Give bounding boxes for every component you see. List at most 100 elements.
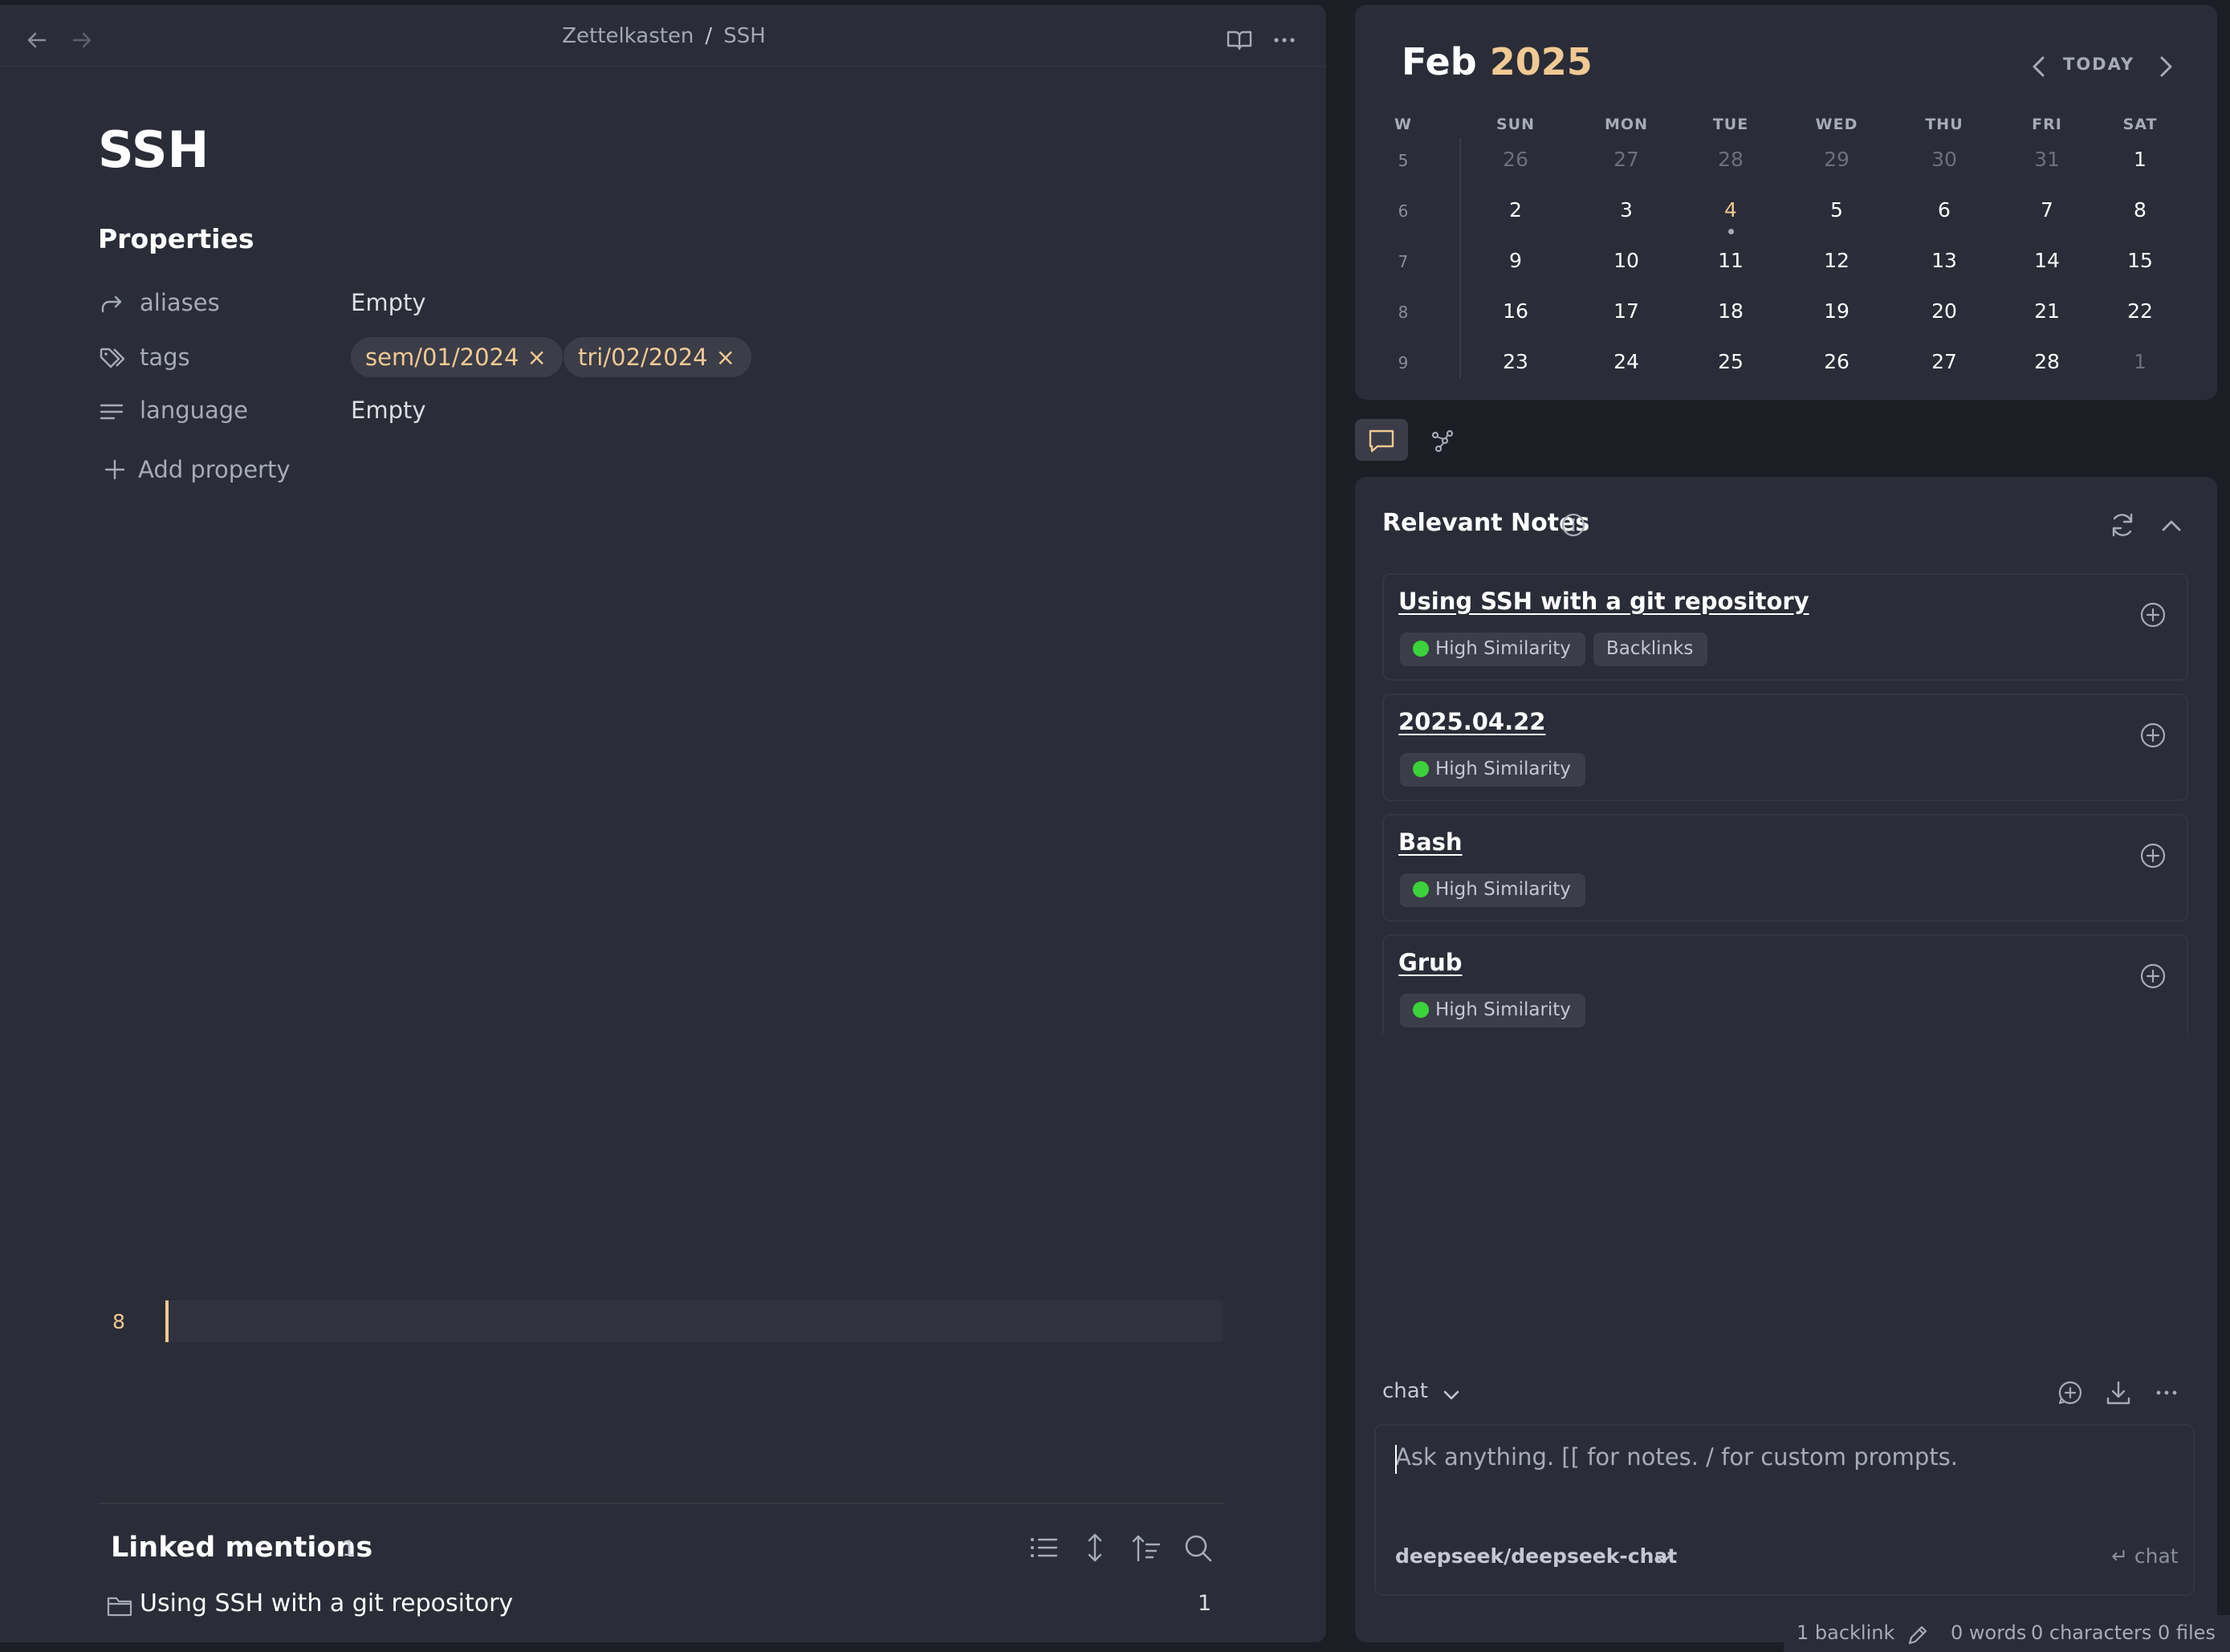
pencil-icon[interactable] — [1906, 1623, 1930, 1647]
reading-view-button[interactable] — [1225, 26, 1254, 55]
relevant-notes-title[interactable]: Relevant Notes — [1382, 509, 1589, 537]
tab-chat[interactable] — [1355, 419, 1408, 461]
relevant-notes-list[interactable]: Using SSH with a git repository High Simi… — [1382, 573, 2188, 1034]
breadcrumb-folder[interactable]: Zettelkasten — [562, 24, 694, 48]
calendar-day[interactable]: 1 — [2108, 148, 2172, 171]
calendar-day[interactable]: 22 — [2108, 299, 2172, 323]
property-aliases[interactable]: aliases Empty — [98, 283, 1222, 323]
calendar-day[interactable]: 15 — [2108, 249, 2172, 272]
relevant-note-link[interactable]: Bash — [1398, 828, 1463, 856]
calendar-day[interactable]: 31 — [2015, 148, 2079, 171]
calendar-day[interactable]: 8 — [2108, 198, 2172, 222]
info-button[interactable] — [1561, 512, 1586, 538]
week-number[interactable]: 5 — [1371, 151, 1435, 170]
relevant-note-card[interactable]: Grub High Similarity — [1382, 934, 2188, 1034]
calendar-day[interactable]: 11 — [1699, 249, 1763, 272]
calendar-day[interactable]: 30 — [1912, 148, 1976, 171]
breadcrumb-note[interactable]: SSH — [723, 24, 766, 48]
chevron-down-icon[interactable] — [1652, 1548, 1675, 1570]
add-to-chat-icon[interactable] — [2138, 841, 2167, 870]
today-button[interactable]: TODAY — [2063, 55, 2134, 74]
calendar-day[interactable]: 12 — [1805, 249, 1869, 272]
calendar-day[interactable]: 10 — [1594, 249, 1658, 272]
chevron-down-icon[interactable] — [1440, 1384, 1463, 1406]
calendar-day[interactable]: 29 — [1805, 148, 1869, 171]
relevant-note-card[interactable]: Bash High Similarity — [1382, 814, 2188, 922]
add-to-chat-icon[interactable] — [2138, 721, 2167, 750]
calendar-day[interactable]: 4 — [1699, 198, 1763, 222]
calendar-day[interactable]: 26 — [1805, 350, 1869, 373]
new-chat-button[interactable] — [2057, 1379, 2084, 1406]
property-key[interactable]: language — [140, 397, 248, 424]
tag-pill[interactable]: sem/01/2024 × — [351, 337, 563, 377]
property-value[interactable]: Empty — [351, 397, 426, 424]
calendar-week-row: 6 2 3 4 5 6 7 8 — [1374, 193, 2204, 244]
calendar-day[interactable]: 3 — [1594, 198, 1658, 222]
property-key[interactable]: aliases — [140, 289, 220, 316]
calendar-day[interactable]: 5 — [1805, 198, 1869, 222]
property-key[interactable]: tags — [140, 344, 190, 371]
properties-heading[interactable]: Properties — [98, 223, 254, 254]
week-number[interactable]: 9 — [1371, 353, 1435, 372]
relevant-note-link[interactable]: Grub — [1398, 949, 1463, 976]
week-number[interactable]: 6 — [1371, 201, 1435, 221]
remove-tag-icon[interactable]: × — [716, 344, 735, 371]
calendar-day[interactable]: 1 — [2108, 350, 2172, 373]
calendar-day[interactable]: 7 — [2015, 198, 2079, 222]
chat-input[interactable]: Ask anything. [[ for notes. / for custom… — [1374, 1424, 2195, 1596]
calendar-day[interactable]: 24 — [1594, 350, 1658, 373]
previous-month-button[interactable] — [2026, 53, 2053, 80]
calendar-day[interactable]: 21 — [2015, 299, 2079, 323]
calendar-day[interactable]: 23 — [1483, 350, 1548, 373]
active-line[interactable] — [165, 1300, 1223, 1342]
collapse-button[interactable] — [2158, 512, 2185, 539]
remove-tag-icon[interactable]: × — [527, 344, 546, 371]
calendar-day[interactable]: 18 — [1699, 299, 1763, 323]
calendar-day[interactable]: 20 — [1912, 299, 1976, 323]
chat-mode-select[interactable]: chat — [1382, 1379, 1428, 1403]
next-month-button[interactable] — [2151, 53, 2179, 80]
week-number[interactable]: 8 — [1371, 303, 1435, 322]
calendar-day[interactable]: 28 — [1699, 148, 1763, 171]
model-select[interactable]: deepseek/deepseek-chat — [1395, 1544, 1677, 1568]
relevant-note-card[interactable]: Using SSH with a git repository High Simi… — [1382, 573, 2188, 681]
tab-graph[interactable] — [1416, 419, 1469, 461]
calendar-day[interactable]: 19 — [1805, 299, 1869, 323]
calendar-day[interactable]: 14 — [2015, 249, 2079, 272]
send-button[interactable]: ↵ chat — [2111, 1544, 2179, 1568]
collapse-results-button[interactable] — [1028, 1532, 1060, 1564]
calendar-day[interactable]: 6 — [1912, 198, 1976, 222]
tag-pill[interactable]: tri/02/2024 × — [564, 337, 751, 377]
linked-mentions-title[interactable]: Linked mentions — [111, 1532, 372, 1564]
add-to-chat-icon[interactable] — [2138, 600, 2167, 629]
week-number[interactable]: 7 — [1371, 252, 1435, 271]
add-property-button[interactable]: Add property — [103, 453, 424, 488]
property-value[interactable]: Empty — [351, 289, 426, 316]
relevant-note-link[interactable]: Using SSH with a git repository — [1398, 588, 1809, 615]
property-language[interactable]: language Empty — [98, 390, 1222, 430]
calendar-day[interactable]: 2 — [1483, 198, 1548, 222]
save-chat-button[interactable] — [2105, 1379, 2132, 1406]
calendar-day[interactable]: 9 — [1483, 249, 1548, 272]
refresh-button[interactable] — [2108, 511, 2137, 539]
calendar-day[interactable]: 26 — [1483, 148, 1548, 171]
calendar-day[interactable]: 16 — [1483, 299, 1548, 323]
note-title[interactable]: SSH — [98, 120, 209, 179]
property-tags[interactable]: tags sem/01/2024 × tri/02/2024 × — [98, 337, 1222, 377]
status-backlinks[interactable]: 1 backlink — [1797, 1621, 1894, 1644]
chat-more-button[interactable] — [2153, 1379, 2180, 1406]
calendar-day[interactable]: 27 — [1594, 148, 1658, 171]
show-more-context-button[interactable] — [1079, 1532, 1111, 1564]
more-options-button[interactable] — [1270, 26, 1299, 55]
linked-mention-item[interactable]: Using SSH with a git repository 1 — [106, 1588, 1230, 1625]
calendar-day[interactable]: 17 — [1594, 299, 1658, 323]
relevant-note-card[interactable]: 2025.04.22 High Similarity — [1382, 694, 2188, 801]
calendar-day[interactable]: 27 — [1912, 350, 1976, 373]
add-to-chat-icon[interactable] — [2138, 962, 2167, 991]
sort-button[interactable] — [1130, 1532, 1162, 1564]
relevant-note-link[interactable]: 2025.04.22 — [1398, 708, 1545, 735]
search-button[interactable] — [1182, 1532, 1214, 1564]
calendar-day[interactable]: 25 — [1699, 350, 1763, 373]
calendar-day[interactable]: 28 — [2015, 350, 2079, 373]
calendar-day[interactable]: 13 — [1912, 249, 1976, 272]
